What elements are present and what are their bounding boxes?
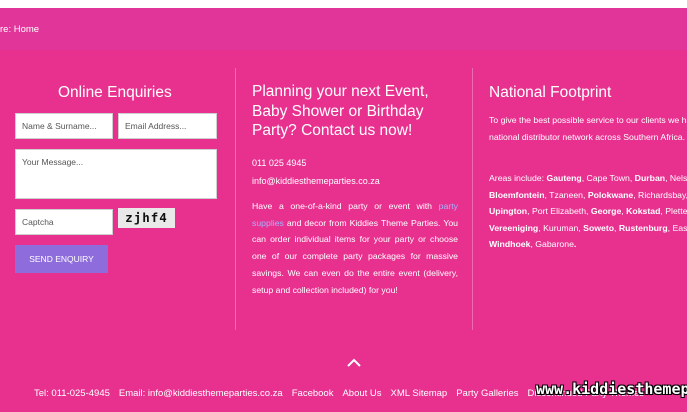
footer-link[interactable]: XML Sitemap [391, 388, 448, 399]
planning-text: Have a one-of-a-kind party or event with [252, 201, 439, 211]
area-name: Rustenburg [618, 222, 668, 233]
area-name: Gauteng [546, 173, 582, 183]
planning-description: Have a one-of-a-kind party or event with… [252, 198, 458, 298]
footer-link[interactable]: About Us [342, 388, 381, 399]
email-address[interactable]: info@kiddiesthemeparties.co.za [252, 176, 380, 186]
message-textarea[interactable] [15, 149, 217, 199]
footer-link[interactable]: Facebook [292, 388, 334, 399]
area-name: Polokwane [587, 189, 634, 200]
area-separator: , East London, [667, 222, 687, 233]
area-separator: , Plettenberg Bay, [660, 206, 687, 217]
footer-link[interactable]: Party Galleries [456, 388, 518, 399]
area-separator: , Cape Town, [581, 173, 635, 183]
planning-text: and decor from Kiddies Theme Parties. Yo… [252, 217, 458, 295]
captcha-input[interactable] [15, 209, 113, 235]
areas-label: Areas include: [489, 173, 547, 183]
footer-link[interactable]: Tel: 011-025-4945 [34, 388, 110, 399]
footer-link[interactable]: Email: info@kiddiesthemeparties.co.za [119, 388, 283, 399]
area-name: Vereeniging [489, 222, 539, 233]
send-enquiry-button[interactable]: SEND ENQUIRY [15, 245, 108, 273]
area-name: Windhoek [489, 239, 531, 250]
footprint-intro: To give the best possible service to our… [489, 115, 687, 142]
planning-title: Planning your next Event, Baby Shower or… [252, 83, 429, 139]
footer-section: Online Enquiries zjhf4 SEND ENQUIRY Plan… [0, 50, 687, 412]
chevron-up-icon[interactable] [346, 355, 362, 373]
name-input[interactable] [15, 113, 113, 139]
area-separator: , Nelspruit, [665, 173, 687, 183]
area-separator: , Kuruman, [538, 222, 584, 233]
area-name: . [573, 239, 577, 250]
area-name: Soweto [583, 222, 615, 233]
area-separator: , Gabarone [530, 239, 574, 250]
enquiry-title: Online Enquiries [58, 84, 172, 101]
footprint-areas: Areas include: Gauteng, Cape Town, Durba… [489, 170, 687, 253]
captcha-image: zjhf4 [118, 208, 175, 228]
top-bar [0, 8, 687, 50]
area-name: Bloemfontein [489, 189, 545, 200]
site-watermark: www.kiddiesthemep [536, 380, 687, 398]
breadcrumb: re: Home [0, 24, 40, 35]
area-separator: , Tzaneen, [544, 189, 588, 200]
area-separator: , Port Elizabeth, [527, 206, 591, 217]
phone-number[interactable]: 011 025 4945 [252, 158, 306, 168]
area-name: Kokstad [626, 206, 661, 217]
footprint-title: National Footprint [489, 84, 612, 101]
column-divider [472, 68, 473, 330]
area-name: Upington [489, 206, 528, 217]
column-divider [235, 68, 236, 330]
area-name: George [590, 206, 622, 217]
area-separator: , Richardsbay, [633, 189, 687, 200]
email-input[interactable] [118, 113, 217, 139]
area-name: Durban [634, 173, 666, 183]
